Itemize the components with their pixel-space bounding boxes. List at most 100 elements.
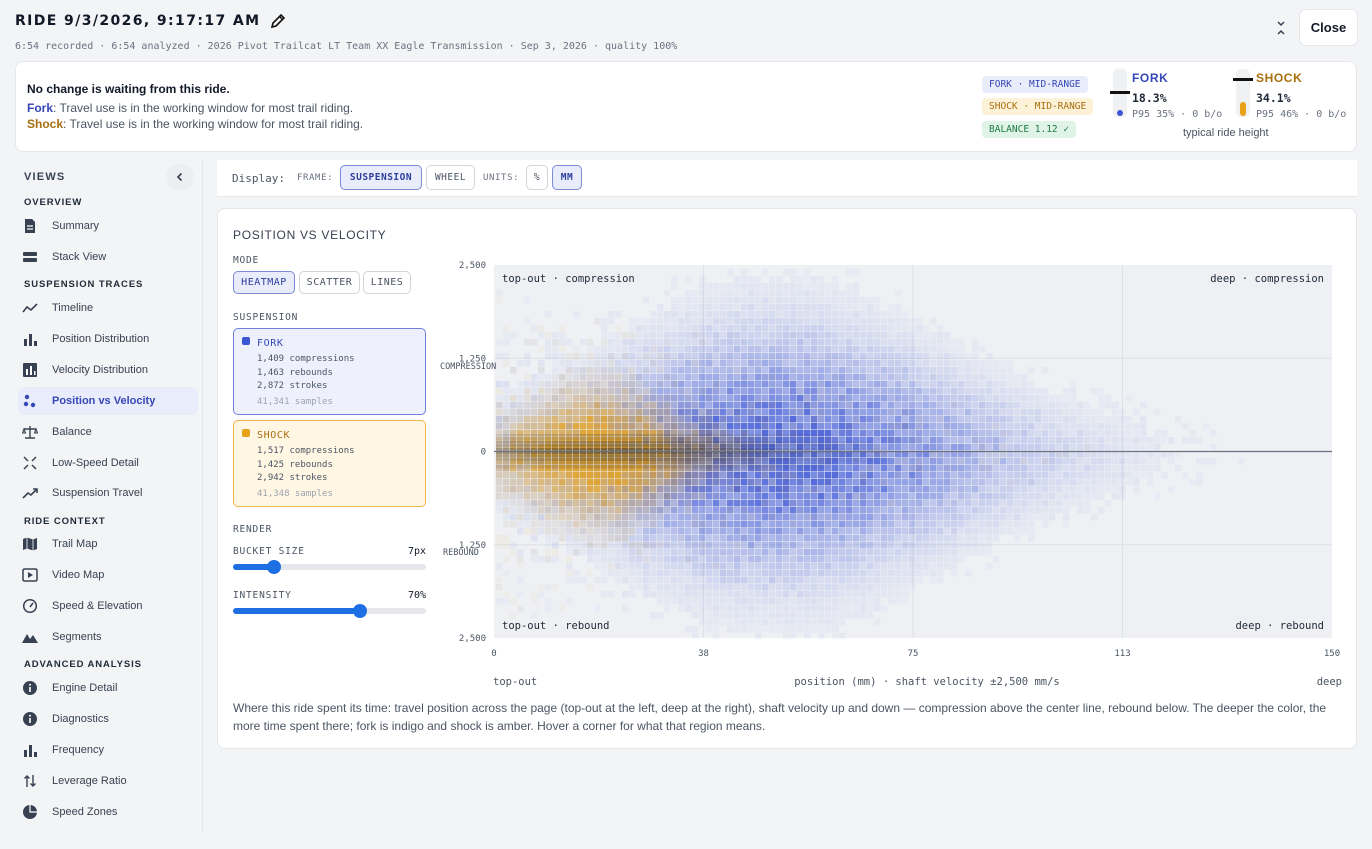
close-button[interactable]: Close <box>1299 9 1358 46</box>
shock-heat-cell <box>692 402 699 409</box>
fork-heat-cell <box>741 556 748 563</box>
shock-heat-cell <box>664 493 671 500</box>
sidebar-item-position-vs-velocity[interactable]: Position vs Velocity <box>18 386 198 415</box>
fork-heat-cell <box>699 500 706 507</box>
sidebar-item-position-distribution[interactable]: Position Distribution <box>18 325 198 353</box>
fork-heat-cell <box>951 388 958 395</box>
sidebar-item-frequency[interactable]: Frequency <box>18 736 198 764</box>
sidebar-item-timeline[interactable]: Timeline <box>18 294 198 322</box>
density-core-cell <box>734 441 741 448</box>
sidebar-item-speed-zones[interactable]: Speed Zones <box>18 798 198 826</box>
shock-heat-cell <box>979 444 986 451</box>
fork-heat-cell <box>1000 402 1007 409</box>
fork-heat-cell <box>664 290 671 297</box>
fork-heat-cell <box>741 304 748 311</box>
fork-heat-cell <box>692 325 699 332</box>
shock-heat-cell <box>727 409 734 416</box>
shock-heat-cell <box>545 332 552 339</box>
shock-heat-cell <box>769 514 776 521</box>
sidebar-item-balance[interactable]: Balance <box>18 418 198 446</box>
density-core-cell <box>657 434 664 441</box>
fork-heat-cell <box>909 402 916 409</box>
fork-heat-cell <box>811 339 818 346</box>
fork-heat-cell <box>748 388 755 395</box>
sidebar-item-speed-elevation[interactable]: Speed & Elevation <box>18 592 198 620</box>
video-icon <box>22 567 38 583</box>
fork-heat-cell <box>811 535 818 542</box>
fork-heat-cell <box>860 395 867 402</box>
units-percent-toggle[interactable]: % <box>526 165 548 190</box>
shock-heat-cell <box>496 402 503 409</box>
fork-heat-cell <box>832 598 839 605</box>
sidebar-item-stack-view[interactable]: Stack View <box>18 243 198 271</box>
fork-heat-cell <box>790 374 797 381</box>
shock-heat-cell <box>629 423 636 430</box>
fork-heat-cell <box>1049 416 1056 423</box>
sidebar-item-summary[interactable]: Summary <box>18 212 198 240</box>
fork-heat-cell <box>748 276 755 283</box>
fork-heat-cell <box>881 367 888 374</box>
sidebar-item-leverage-ratio[interactable]: Leverage Ratio <box>18 767 198 795</box>
sidebar-item-segments[interactable]: Segments <box>18 623 198 651</box>
frame-suspension-toggle[interactable]: SUSPENSION <box>340 165 422 190</box>
sidebar-item-video-map[interactable]: Video Map <box>18 561 198 589</box>
fork-heat-cell <box>1063 444 1070 451</box>
units-mm-toggle[interactable]: MM <box>552 165 582 190</box>
fork-heat-cell <box>888 542 895 549</box>
fork-heat-cell <box>867 514 874 521</box>
shock-heat-cell <box>594 423 601 430</box>
sidebar-item-low-speed-detail[interactable]: Low-Speed Detail <box>18 449 198 477</box>
fork-heat-cell <box>923 521 930 528</box>
shock-heat-cell <box>762 416 769 423</box>
shock-heat-cell <box>608 395 615 402</box>
fork-heat-cell <box>762 353 769 360</box>
fork-heat-cell <box>986 360 993 367</box>
fork-heat-cell <box>895 353 902 360</box>
sidebar-item-velocity-distribution[interactable]: Velocity Distribution <box>18 356 198 384</box>
shock-heat-cell <box>531 339 538 346</box>
fork-heat-cell <box>986 416 993 423</box>
collapse-sidebar-button[interactable] <box>166 164 194 190</box>
fork-heat-cell <box>888 395 895 402</box>
fork-heat-cell <box>657 612 664 619</box>
fork-heat-cell <box>1021 528 1028 535</box>
fork-heat-cell <box>909 325 916 332</box>
fork-heat-cell <box>699 556 706 563</box>
fork-heat-cell <box>818 486 825 493</box>
shock-heat-cell <box>734 486 741 493</box>
sidebar-item-trail-map[interactable]: Trail Map <box>18 530 198 558</box>
sidebar-item-engine-detail[interactable]: Engine Detail <box>18 674 198 702</box>
density-core-cell <box>566 434 573 441</box>
fork-heat-cell <box>636 528 643 535</box>
fork-heat-cell <box>727 353 734 360</box>
fork-heat-cell <box>797 276 804 283</box>
fork-heat-cell <box>629 570 636 577</box>
fork-heat-cell <box>769 395 776 402</box>
sidebar-item-diagnostics[interactable]: Diagnostics <box>18 705 198 733</box>
fork-heat-cell <box>692 528 699 535</box>
fork-heat-cell <box>839 304 846 311</box>
fork-heat-cell <box>916 367 923 374</box>
shock-heat-cell <box>531 591 538 598</box>
fork-heat-cell <box>699 381 706 388</box>
position-velocity-heatmap[interactable]: 0 38 75 113 1502,5001,25001,2502,500top-out … <box>218 209 1358 699</box>
fork-heat-cell <box>678 367 685 374</box>
fork-heat-cell <box>629 325 636 332</box>
sidebar-item-label: Summary <box>52 220 100 232</box>
edit-pencil-icon[interactable] <box>270 13 286 29</box>
frame-wheel-toggle[interactable]: WHEEL <box>426 165 475 190</box>
fork-heat-cell <box>860 430 867 437</box>
fork-heat-cell <box>629 339 636 346</box>
fork-heat-cell <box>720 367 727 374</box>
fork-heat-cell <box>699 318 706 325</box>
fork-heat-cell <box>741 500 748 507</box>
sidebar-item-suspension-travel[interactable]: Suspension Travel <box>18 479 198 507</box>
fork-heat-cell <box>804 542 811 549</box>
fork-heat-cell <box>965 458 972 465</box>
fork-heat-cell <box>825 528 832 535</box>
fork-heat-cell <box>762 395 769 402</box>
collapse-header-button[interactable] <box>1271 17 1291 39</box>
fork-heat-cell <box>874 381 881 388</box>
fork-heat-cell <box>1133 458 1140 465</box>
fork-heat-cell <box>818 535 825 542</box>
